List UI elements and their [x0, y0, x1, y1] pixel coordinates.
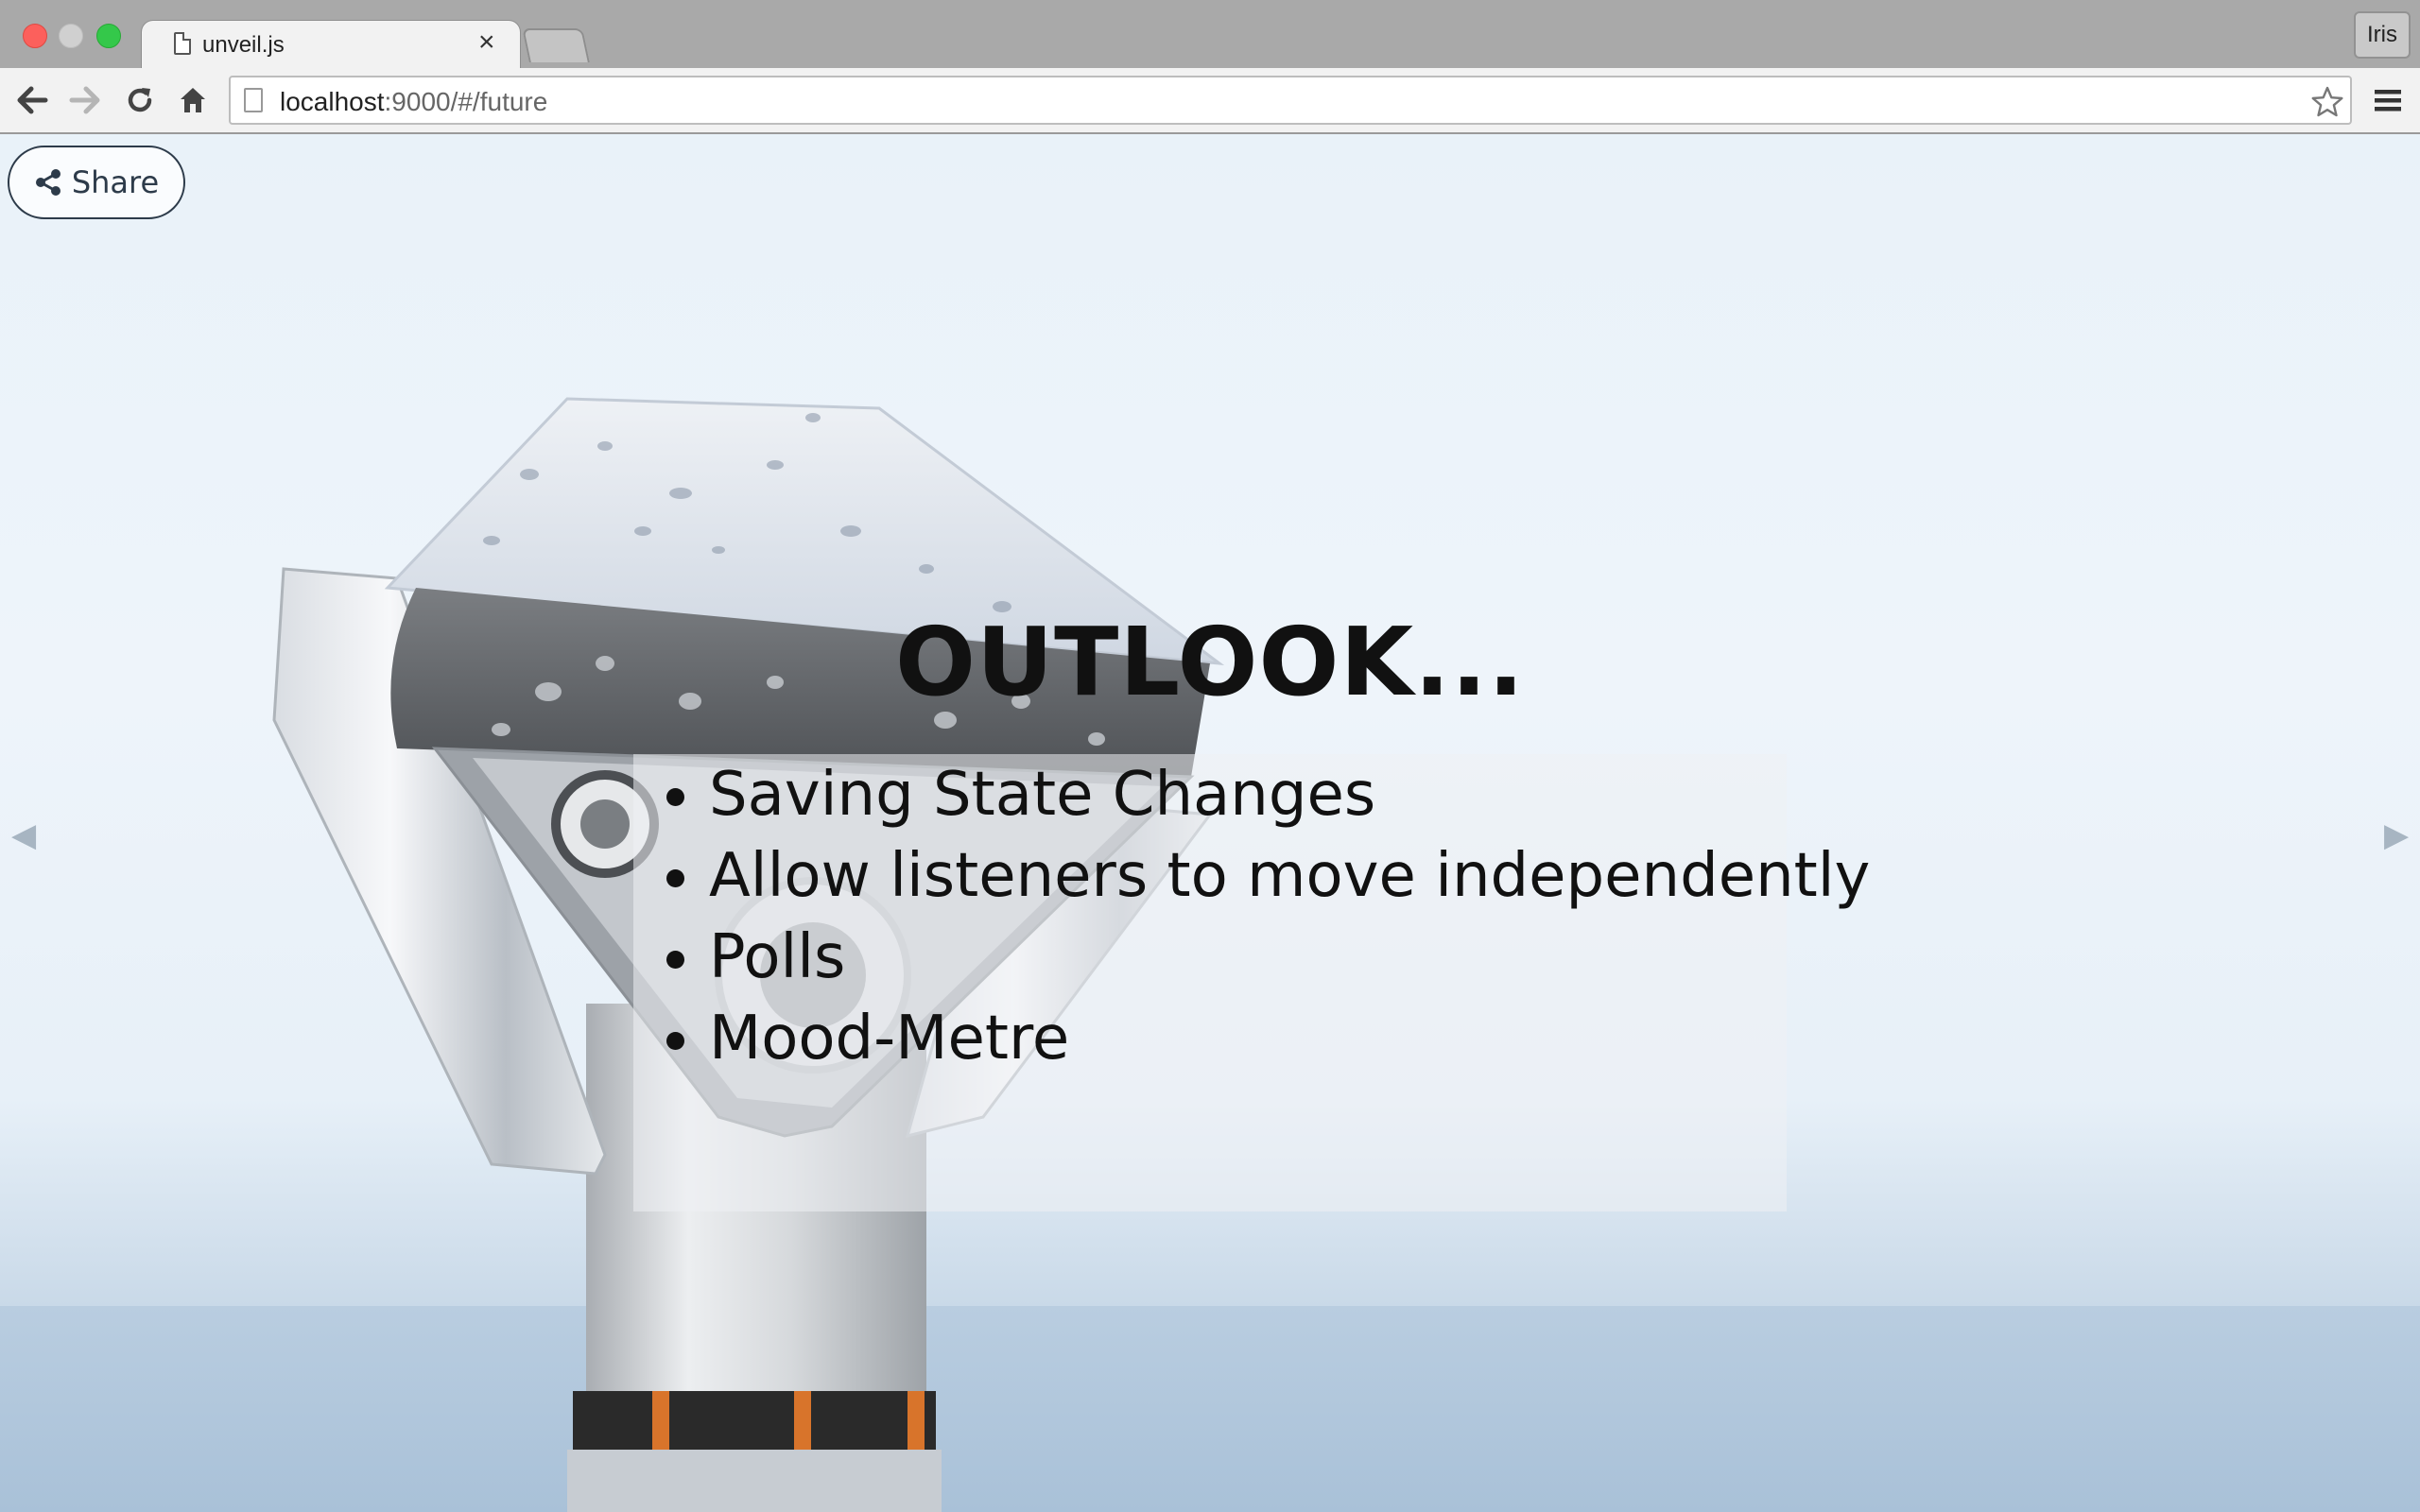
- share-label: Share: [71, 164, 160, 200]
- reload-icon[interactable]: [121, 81, 159, 119]
- bullet-item: Mood-Metre: [709, 998, 1787, 1079]
- tab-close-icon[interactable]: ×: [478, 28, 495, 57]
- slide-viewport: Share OUTLOOK... Saving State Changes Al…: [0, 134, 2420, 1512]
- window-zoom-button[interactable]: [96, 24, 121, 48]
- hamburger-menu-icon[interactable]: [2369, 81, 2407, 119]
- home-icon[interactable]: [174, 81, 212, 119]
- prev-slide-arrow-icon[interactable]: ◀: [11, 816, 36, 854]
- bullet-item: Allow listeners to move independently: [709, 835, 1870, 917]
- url-path: :9000/#/future: [384, 87, 548, 116]
- window-minimize-button[interactable]: [59, 24, 83, 48]
- profile-button[interactable]: Iris: [2354, 11, 2411, 59]
- url-host: localhost: [280, 87, 385, 116]
- star-icon[interactable]: [2308, 83, 2346, 121]
- new-tab-button[interactable]: [522, 28, 590, 62]
- slide-title: OUTLOOK...: [894, 607, 1526, 717]
- tab-strip: unveil.js × Iris: [0, 0, 2420, 68]
- bullet-item: Saving State Changes: [709, 754, 1787, 835]
- toolbar: localhost:9000/#/future: [0, 68, 2420, 134]
- page-icon: [174, 32, 191, 55]
- next-slide-arrow-icon[interactable]: ▶: [2384, 816, 2409, 854]
- window-close-button[interactable]: [23, 24, 47, 48]
- browser-tab[interactable]: unveil.js ×: [142, 21, 520, 68]
- bullet-item: Polls: [709, 917, 1787, 998]
- tab-title: unveil.js: [202, 32, 285, 58]
- address-bar[interactable]: localhost:9000/#/future: [229, 76, 2352, 125]
- forward-arrow-icon[interactable]: [66, 81, 104, 119]
- back-arrow-icon[interactable]: [13, 81, 51, 119]
- share-icon: [35, 169, 60, 196]
- slide-bullet-list: Saving State Changes Allow listeners to …: [633, 754, 1870, 1211]
- share-button[interactable]: Share: [8, 146, 185, 219]
- document-icon: [244, 88, 263, 112]
- url-text[interactable]: localhost:9000/#/future: [280, 87, 547, 117]
